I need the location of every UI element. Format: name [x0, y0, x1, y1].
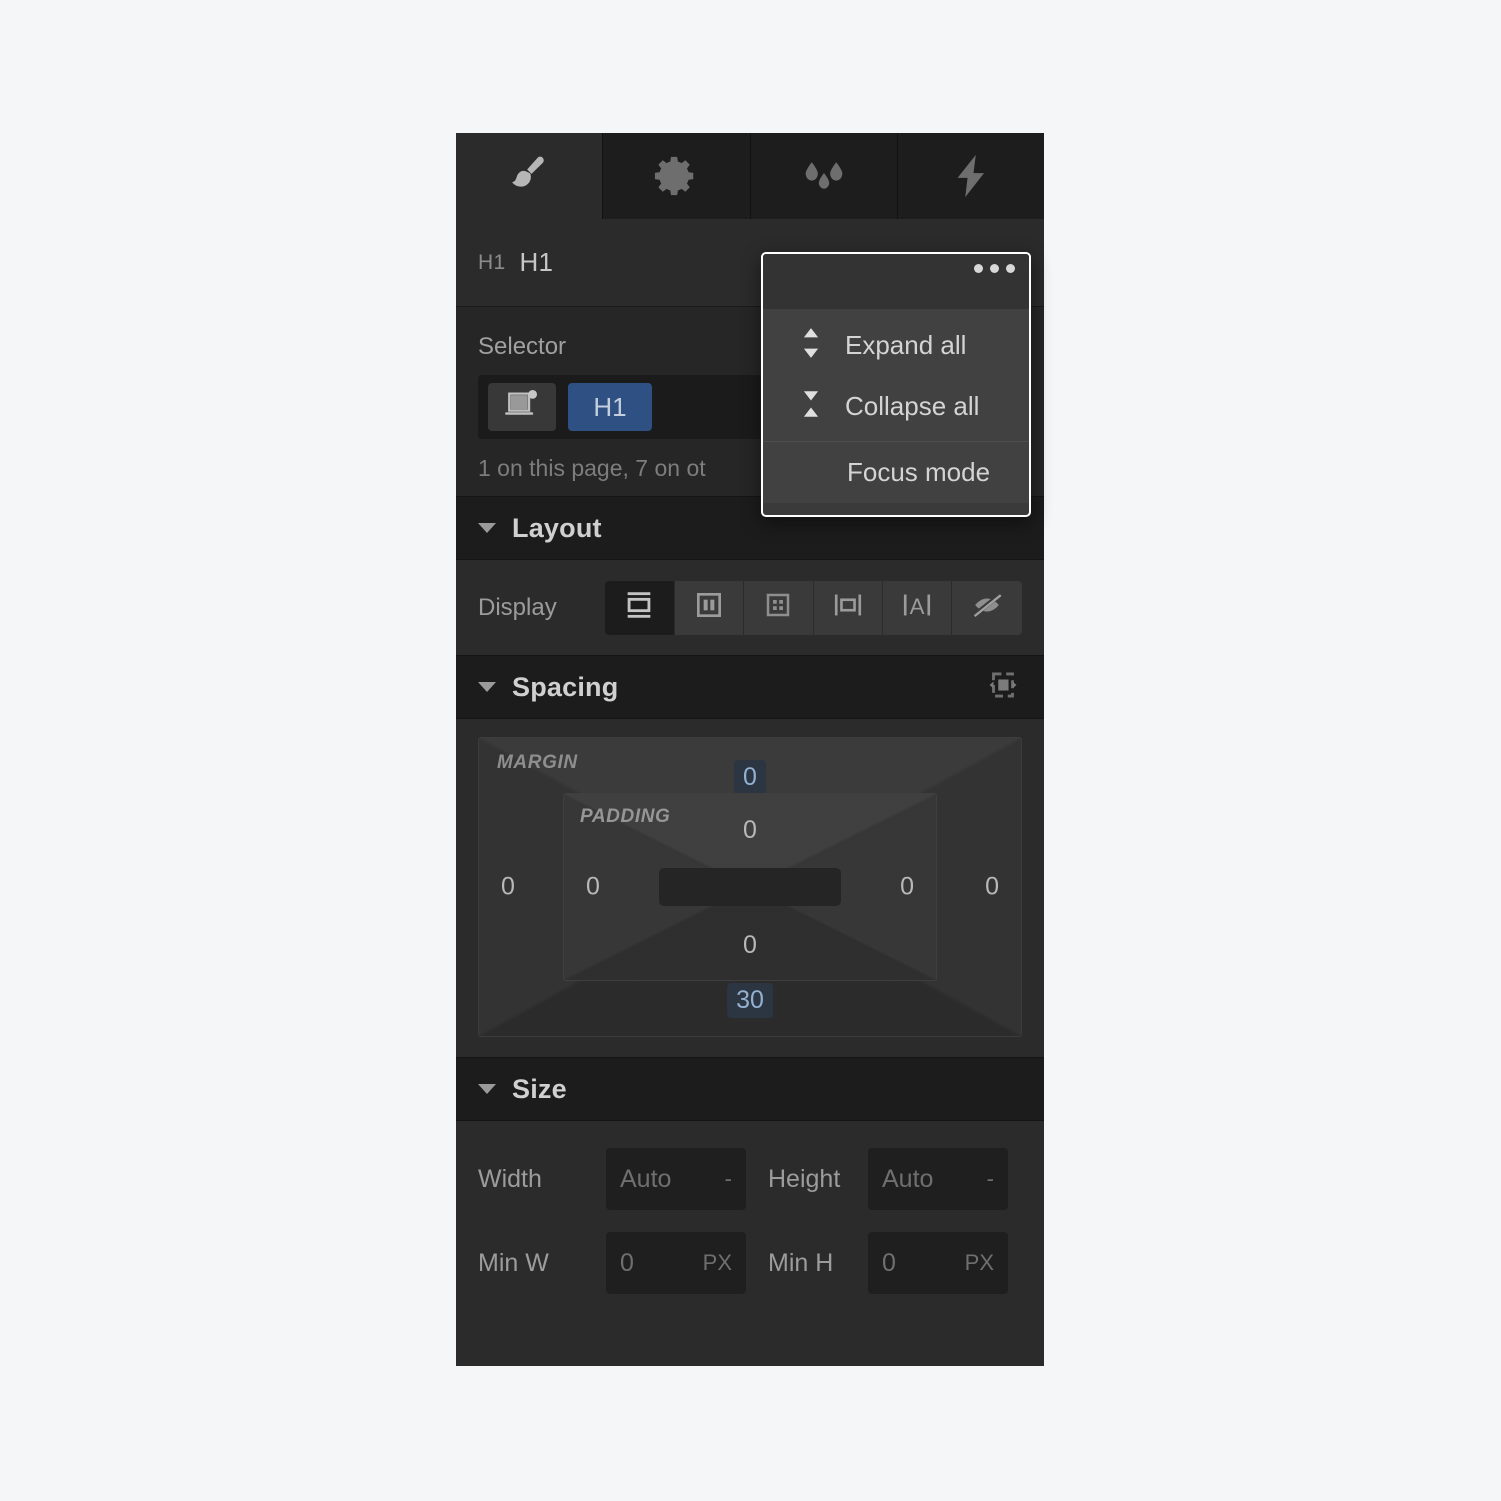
screenshot-stage: H1 H1 Selector H1 1 on this page, 7 on o… — [0, 0, 1501, 1501]
menu-item-focus-mode[interactable]: Focus mode — [763, 442, 1029, 503]
padding-top-value[interactable]: 0 — [743, 818, 757, 843]
more-options-dots-icon[interactable] — [974, 264, 1015, 273]
min-width-label: Min W — [478, 1248, 549, 1277]
spacing-section-title: Spacing — [512, 671, 619, 702]
spacing-section-header[interactable]: Spacing — [456, 655, 1044, 719]
width-input[interactable]: Auto - — [606, 1148, 746, 1210]
size-row-width-height: Width Auto - Height Auto - — [478, 1137, 1022, 1221]
min-height-unit[interactable]: PX — [965, 1250, 994, 1276]
spacing-collapse-icon[interactable] — [984, 666, 1022, 709]
width-unit[interactable]: - — [725, 1166, 732, 1192]
display-none-icon — [970, 589, 1004, 626]
settings-tab[interactable] — [603, 133, 751, 219]
lightning-bolt-icon — [950, 153, 992, 199]
display-row: Display A — [456, 560, 1044, 655]
display-inline-button[interactable]: A — [883, 580, 953, 635]
layout-section-title: Layout — [512, 512, 602, 543]
interactions-tab[interactable] — [898, 133, 1044, 219]
margin-bottom-value[interactable]: 30 — [727, 983, 773, 1018]
style-manager-tab[interactable] — [751, 133, 898, 219]
padding-bottom-value[interactable]: 0 — [743, 933, 757, 958]
menu-item-expand-all[interactable]: Expand all — [763, 315, 1029, 376]
padding-label: PADDING — [580, 806, 671, 827]
width-value: Auto — [620, 1164, 672, 1193]
display-label: Display — [478, 593, 557, 621]
style-tab[interactable] — [456, 133, 604, 219]
display-inline-icon: A — [900, 589, 934, 626]
menu-item-label: Collapse all — [845, 391, 980, 421]
chevron-down-icon — [478, 1084, 496, 1094]
min-height-input[interactable]: 0 PX — [868, 1232, 1008, 1294]
padding-left-value[interactable]: 0 — [586, 874, 600, 900]
min-height-value: 0 — [882, 1248, 896, 1277]
breadcrumb-parent[interactable]: H1 — [478, 251, 505, 275]
margin-label: MARGIN — [497, 752, 578, 773]
popup-header — [763, 254, 1029, 309]
display-block-button[interactable] — [605, 580, 675, 635]
margin-top-value[interactable]: 0 — [734, 760, 766, 795]
expand-all-icon — [797, 326, 825, 365]
display-block-icon — [622, 588, 656, 627]
chevron-down-icon — [478, 682, 496, 692]
width-label: Width — [478, 1164, 542, 1193]
panel-tabbar — [456, 133, 1044, 219]
height-label: Height — [768, 1164, 841, 1193]
menu-item-label: Focus mode — [847, 457, 991, 487]
chevron-down-icon — [478, 523, 496, 533]
margin-box: MARGIN 0 0 0 30 PADDING 0 0 0 0 — [478, 737, 1022, 1037]
collapse-all-icon — [797, 387, 825, 426]
svg-text:A: A — [910, 594, 925, 619]
size-body: Width Auto - Height Auto - Min W 0 PX Mi… — [456, 1121, 1044, 1327]
height-input[interactable]: Auto - — [868, 1148, 1008, 1210]
spacing-widget: MARGIN 0 0 0 30 PADDING 0 0 0 0 — [456, 719, 1044, 1057]
min-width-unit[interactable]: PX — [703, 1250, 732, 1276]
display-flex-button[interactable] — [674, 580, 745, 635]
paint-brush-icon — [504, 151, 554, 201]
device-laptop-icon — [505, 389, 539, 426]
padding-right-value[interactable]: 0 — [900, 874, 914, 900]
panel-options-popup: Expand all Collapse all Focus mode — [761, 252, 1031, 517]
height-value: Auto — [882, 1164, 934, 1193]
padding-box: PADDING 0 0 0 0 — [563, 793, 937, 981]
margin-left-value[interactable]: 0 — [501, 874, 515, 900]
display-grid-icon — [763, 590, 793, 625]
size-section-header[interactable]: Size — [456, 1057, 1044, 1121]
height-unit[interactable]: - — [987, 1166, 994, 1192]
size-row-min: Min W 0 PX Min H 0 PX — [478, 1221, 1022, 1305]
display-grid-button[interactable] — [744, 580, 814, 635]
display-none-button[interactable] — [952, 580, 1022, 635]
display-flex-icon — [693, 589, 725, 626]
display-options-group: A — [605, 580, 1022, 635]
margin-right-value[interactable]: 0 — [985, 874, 999, 900]
water-drops-icon — [798, 154, 850, 198]
menu-item-collapse-all[interactable]: Collapse all — [763, 376, 1029, 437]
element-core-box — [659, 868, 841, 906]
gear-icon — [653, 153, 699, 199]
display-inline-block-button[interactable] — [813, 580, 883, 635]
display-inline-block-icon — [831, 589, 865, 626]
popup-menu-list: Expand all Collapse all Focus mode — [763, 309, 1029, 503]
min-width-input[interactable]: 0 PX — [606, 1232, 746, 1294]
min-height-label: Min H — [768, 1248, 834, 1277]
breadcrumb-current[interactable]: H1 — [519, 247, 553, 278]
selector-tag[interactable]: H1 — [568, 383, 652, 431]
min-width-value: 0 — [620, 1248, 634, 1277]
menu-item-label: Expand all — [845, 330, 967, 360]
device-selector-button[interactable] — [488, 383, 556, 431]
size-section-title: Size — [512, 1073, 567, 1104]
